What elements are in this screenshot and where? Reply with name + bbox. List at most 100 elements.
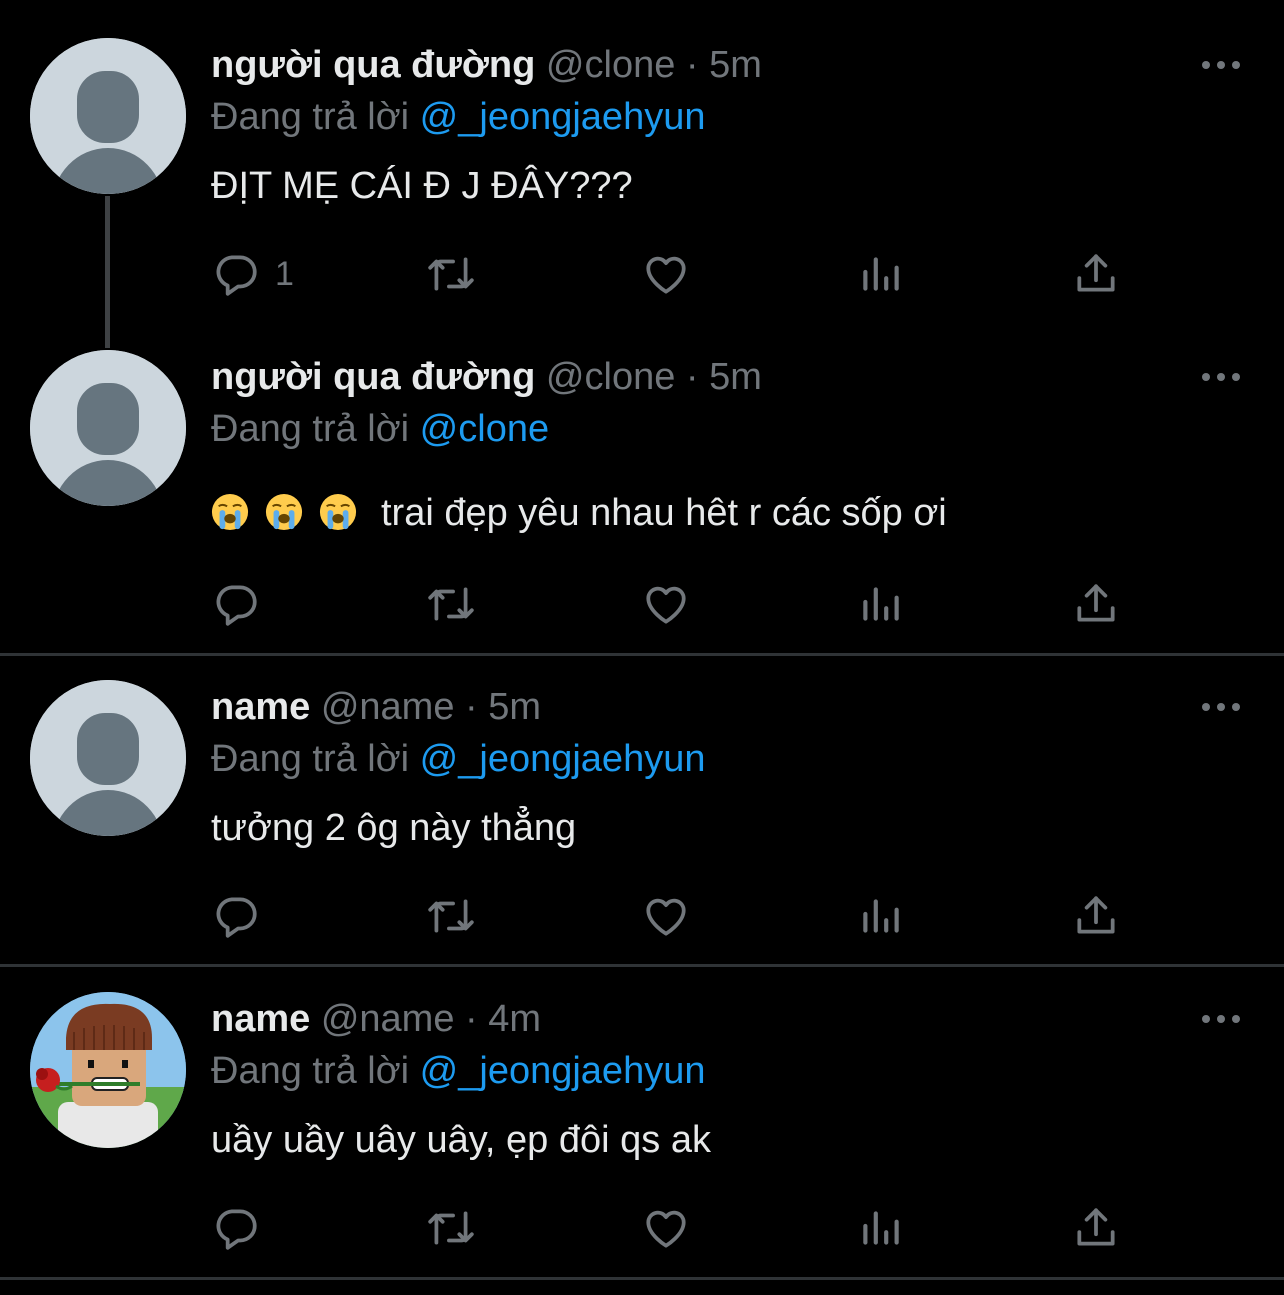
views-button[interactable]	[856, 891, 906, 941]
like-button[interactable]	[641, 249, 691, 299]
more-button[interactable]	[1200, 367, 1242, 387]
share-icon	[1077, 584, 1115, 622]
reply-button[interactable]	[211, 891, 261, 941]
reply-icon	[216, 1209, 257, 1250]
tweet-text: tưởng 2 ôg này thẳng	[211, 807, 577, 849]
reply-mention[interactable]: @clone	[420, 408, 549, 450]
more-icon	[1202, 373, 1240, 381]
share-icon	[1077, 254, 1115, 292]
reply-prefix: Đang trả lời	[211, 1050, 410, 1092]
reply-icon	[216, 897, 257, 938]
tweet-text-body: trai đẹp yêu nhau hêt r các sốp ơi	[381, 492, 947, 534]
more-button[interactable]	[1200, 697, 1242, 717]
loudly-crying-face-icon	[265, 493, 303, 531]
retweet-icon	[428, 1211, 474, 1245]
reply-count: 1	[275, 254, 294, 293]
separator: ·	[685, 44, 699, 86]
retweet-icon	[428, 587, 474, 621]
reply-prefix: Đang trả lời	[211, 738, 410, 780]
views-icon	[863, 1211, 899, 1245]
display-name[interactable]: người qua đường	[211, 356, 535, 398]
default-avatar-icon	[30, 350, 186, 506]
timestamp[interactable]: 4m	[488, 998, 541, 1040]
like-button[interactable]	[641, 579, 691, 629]
views-button[interactable]	[856, 249, 906, 299]
separator: ·	[685, 356, 699, 398]
heart-icon	[646, 898, 686, 936]
like-button[interactable]	[641, 891, 691, 941]
display-name[interactable]: name	[211, 998, 310, 1040]
reply-prefix: Đang trả lời	[211, 96, 410, 138]
handle[interactable]: @name	[321, 998, 455, 1040]
default-avatar-icon	[30, 38, 186, 194]
more-icon	[1202, 1015, 1240, 1023]
retweet-button[interactable]	[426, 249, 476, 299]
more-button[interactable]	[1200, 55, 1242, 75]
timestamp[interactable]: 5m	[709, 356, 762, 398]
more-icon	[1202, 703, 1240, 711]
tweet-3[interactable]: name @name · 5m Đang trả lời @_jeongjaeh…	[0, 656, 1284, 964]
retweet-icon	[428, 899, 474, 933]
like-button[interactable]	[641, 1203, 691, 1253]
reply-icon	[216, 255, 257, 296]
retweet-icon	[428, 257, 474, 291]
share-button[interactable]	[1071, 249, 1121, 299]
views-button[interactable]	[856, 1203, 906, 1253]
replying-to: Đang trả lời @_jeongjaehyun	[211, 94, 705, 140]
tweet-header: name @name · 5m	[211, 684, 541, 730]
default-avatar-icon	[30, 680, 186, 836]
retweet-button[interactable]	[426, 579, 476, 629]
share-button[interactable]	[1071, 579, 1121, 629]
heart-icon	[646, 586, 686, 624]
replying-to: Đang trả lời @clone	[211, 406, 549, 452]
more-icon	[1202, 61, 1240, 69]
display-name[interactable]: name	[211, 686, 310, 728]
views-icon	[863, 587, 899, 621]
views-icon	[863, 257, 899, 291]
separator: ·	[465, 998, 478, 1040]
share-button[interactable]	[1071, 891, 1121, 941]
reply-mention[interactable]: @_jeongjaehyun	[420, 96, 706, 138]
loudly-crying-face-icon	[319, 493, 357, 531]
tweet-header: người qua đường @clone · 5m	[211, 42, 762, 88]
reply-prefix: Đang trả lời	[211, 408, 410, 450]
reply-mention[interactable]: @_jeongjaehyun	[420, 1050, 706, 1092]
handle[interactable]: @clone	[546, 356, 675, 398]
avatar[interactable]	[30, 992, 186, 1148]
reply-button[interactable]: 1	[211, 249, 294, 299]
display-name[interactable]: người qua đường	[211, 44, 535, 86]
reply-mention[interactable]: @_jeongjaehyun	[420, 738, 706, 780]
tweet-header: người qua đường @clone · 5m	[211, 354, 762, 400]
loudly-crying-face-icon	[211, 493, 249, 531]
character-with-rose-icon	[30, 992, 186, 1148]
share-icon	[1077, 896, 1115, 934]
reply-icon	[216, 585, 257, 626]
reply-button[interactable]	[211, 1203, 261, 1253]
handle[interactable]: @name	[321, 686, 455, 728]
share-icon	[1077, 1208, 1115, 1246]
tweet-text: ĐỊT MẸ CÁI Đ J ĐÂY???	[211, 165, 633, 207]
tweet-2[interactable]: người qua đường @clone · 5m Đang trả lời…	[0, 330, 1284, 653]
views-button[interactable]	[856, 579, 906, 629]
replying-to: Đang trả lời @_jeongjaehyun	[211, 1048, 705, 1094]
thread-line	[105, 196, 110, 348]
retweet-button[interactable]	[426, 891, 476, 941]
tweet-4[interactable]: name @name · 4m Đang trả lời @_jeongjaeh…	[0, 967, 1284, 1277]
reply-button[interactable]	[211, 579, 261, 629]
heart-icon	[646, 256, 686, 294]
timestamp[interactable]: 5m	[709, 44, 762, 86]
retweet-button[interactable]	[426, 1203, 476, 1253]
handle[interactable]: @clone	[546, 44, 675, 86]
tweet-1[interactable]: người qua đường @clone · 5m Đang trả lời…	[0, 0, 1284, 348]
tweet-header: name @name · 4m	[211, 996, 541, 1042]
timestamp[interactable]: 5m	[488, 686, 541, 728]
avatar[interactable]	[30, 350, 186, 506]
tweet-divider	[0, 1277, 1284, 1280]
replying-to: Đang trả lời @_jeongjaehyun	[211, 736, 705, 782]
views-icon	[863, 899, 899, 933]
heart-icon	[646, 1210, 686, 1248]
avatar[interactable]	[30, 680, 186, 836]
share-button[interactable]	[1071, 1203, 1121, 1253]
avatar[interactable]	[30, 38, 186, 194]
more-button[interactable]	[1200, 1009, 1242, 1029]
